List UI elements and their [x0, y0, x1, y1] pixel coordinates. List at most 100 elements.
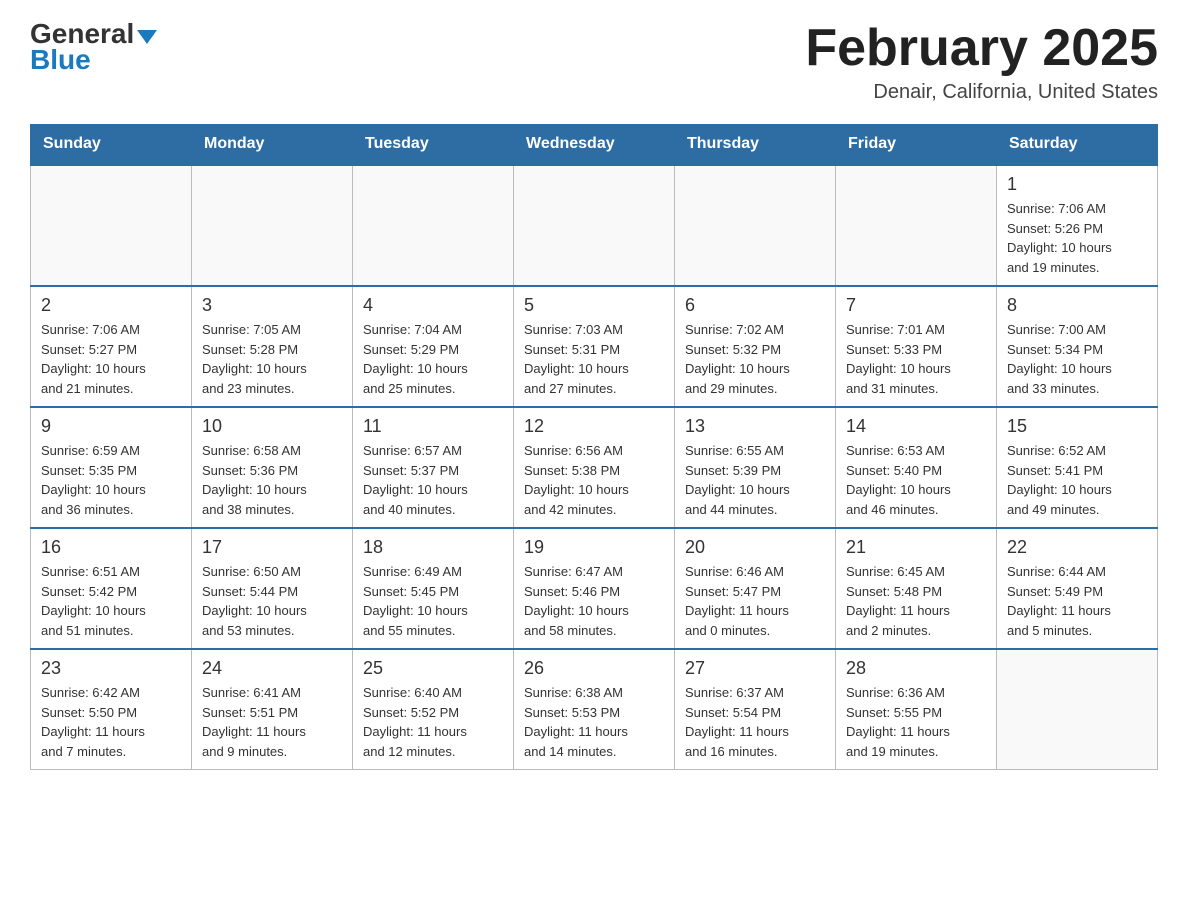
day-info: Sunrise: 7:00 AM Sunset: 5:34 PM Dayligh…	[1007, 320, 1147, 398]
day-info: Sunrise: 6:58 AM Sunset: 5:36 PM Dayligh…	[202, 441, 342, 519]
day-info: Sunrise: 6:51 AM Sunset: 5:42 PM Dayligh…	[41, 562, 181, 640]
calendar-cell: 4Sunrise: 7:04 AM Sunset: 5:29 PM Daylig…	[353, 286, 514, 407]
day-info: Sunrise: 6:53 AM Sunset: 5:40 PM Dayligh…	[846, 441, 986, 519]
calendar-cell: 15 Sunrise: 6:52 AM Sunset: 5:41 PM Dayli…	[997, 407, 1158, 528]
day-info: Sunrise: 6:57 AM Sunset: 5:37 PM Dayligh…	[363, 441, 503, 519]
day-info: Sunrise: 6:46 AM Sunset: 5:47 PM Dayligh…	[685, 562, 825, 640]
day-number: 7	[846, 295, 986, 316]
day-number: 6	[685, 295, 825, 316]
weekday-header-wednesday: Wednesday	[514, 125, 675, 165]
day-number: 9	[41, 416, 181, 437]
day-number: 21	[846, 537, 986, 558]
calendar-cell: 3 Sunrise: 7:05 AM Sunset: 5:28 PM Daylig…	[192, 286, 353, 407]
day-number: 17	[202, 537, 342, 558]
day-number: 24	[202, 658, 342, 679]
calendar-week-row: 16Sunrise: 6:51 AM Sunset: 5:42 PM Dayli…	[31, 528, 1158, 649]
calendar-cell: 10Sunrise: 6:58 AM Sunset: 5:36 PM Dayli…	[192, 407, 353, 528]
calendar-cell	[836, 165, 997, 287]
weekday-header-saturday: Saturday	[997, 125, 1158, 165]
calendar-cell: 20 Sunrise: 6:46 AM Sunset: 5:47 PM Dayli…	[675, 528, 836, 649]
day-number: 23	[41, 658, 181, 679]
day-info: Sunrise: 6:36 AM Sunset: 5:55 PM Dayligh…	[846, 683, 986, 761]
logo: General Blue	[30, 20, 157, 76]
calendar-cell: 6 Sunrise: 7:02 AM Sunset: 5:32 PM Daylig…	[675, 286, 836, 407]
weekday-header-sunday: Sunday	[31, 125, 192, 165]
page-header: General Blue February 2025 Denair, Calif…	[30, 20, 1158, 104]
day-info: Sunrise: 6:38 AM Sunset: 5:53 PM Dayligh…	[524, 683, 664, 761]
day-number: 3	[202, 295, 342, 316]
day-number: 18	[363, 537, 503, 558]
day-number: 20	[685, 537, 825, 558]
day-info: Sunrise: 6:41 AM Sunset: 5:51 PM Dayligh…	[202, 683, 342, 761]
logo-text-blue: Blue	[30, 44, 91, 76]
day-number: 1	[1007, 174, 1147, 195]
calendar-cell: 19Sunrise: 6:47 AM Sunset: 5:46 PM Dayli…	[514, 528, 675, 649]
day-number: 26	[524, 658, 664, 679]
calendar-cell: 28Sunrise: 6:36 AM Sunset: 5:55 PM Dayli…	[836, 649, 997, 770]
calendar-cell: 18 Sunrise: 6:49 AM Sunset: 5:45 PM Dayli…	[353, 528, 514, 649]
day-number: 2	[41, 295, 181, 316]
calendar-cell: 9 Sunrise: 6:59 AM Sunset: 5:35 PM Daylig…	[31, 407, 192, 528]
calendar-week-row: 9 Sunrise: 6:59 AM Sunset: 5:35 PM Daylig…	[31, 407, 1158, 528]
calendar-cell	[31, 165, 192, 287]
calendar-cell: 7 Sunrise: 7:01 AM Sunset: 5:33 PM Daylig…	[836, 286, 997, 407]
calendar-cell: 27 Sunrise: 6:37 AM Sunset: 5:54 PM Dayli…	[675, 649, 836, 770]
day-info: Sunrise: 6:55 AM Sunset: 5:39 PM Dayligh…	[685, 441, 825, 519]
weekday-header-tuesday: Tuesday	[353, 125, 514, 165]
calendar-cell: 5 Sunrise: 7:03 AM Sunset: 5:31 PM Daylig…	[514, 286, 675, 407]
day-info: Sunrise: 7:06 AM Sunset: 5:26 PM Dayligh…	[1007, 199, 1147, 277]
calendar-cell: 12Sunrise: 6:56 AM Sunset: 5:38 PM Dayli…	[514, 407, 675, 528]
day-info: Sunrise: 7:03 AM Sunset: 5:31 PM Dayligh…	[524, 320, 664, 398]
day-info: Sunrise: 7:06 AM Sunset: 5:27 PM Dayligh…	[41, 320, 181, 398]
calendar-cell: 11 Sunrise: 6:57 AM Sunset: 5:37 PM Dayli…	[353, 407, 514, 528]
day-info: Sunrise: 6:37 AM Sunset: 5:54 PM Dayligh…	[685, 683, 825, 761]
calendar-cell: 26 Sunrise: 6:38 AM Sunset: 5:53 PM Dayli…	[514, 649, 675, 770]
day-info: Sunrise: 6:49 AM Sunset: 5:45 PM Dayligh…	[363, 562, 503, 640]
calendar-cell: 13 Sunrise: 6:55 AM Sunset: 5:39 PM Dayli…	[675, 407, 836, 528]
day-info: Sunrise: 6:59 AM Sunset: 5:35 PM Dayligh…	[41, 441, 181, 519]
weekday-header-friday: Friday	[836, 125, 997, 165]
calendar-table: SundayMondayTuesdayWednesdayThursdayFrid…	[30, 124, 1158, 770]
day-number: 25	[363, 658, 503, 679]
day-info: Sunrise: 6:52 AM Sunset: 5:41 PM Dayligh…	[1007, 441, 1147, 519]
day-info: Sunrise: 6:40 AM Sunset: 5:52 PM Dayligh…	[363, 683, 503, 761]
calendar-cell: 23Sunrise: 6:42 AM Sunset: 5:50 PM Dayli…	[31, 649, 192, 770]
calendar-week-row: 1 Sunrise: 7:06 AM Sunset: 5:26 PM Daylig…	[31, 165, 1158, 287]
day-number: 12	[524, 416, 664, 437]
weekday-header-thursday: Thursday	[675, 125, 836, 165]
calendar-cell: 22 Sunrise: 6:44 AM Sunset: 5:49 PM Dayli…	[997, 528, 1158, 649]
calendar-cell: 16Sunrise: 6:51 AM Sunset: 5:42 PM Dayli…	[31, 528, 192, 649]
day-number: 14	[846, 416, 986, 437]
calendar-cell	[514, 165, 675, 287]
calendar-cell: 2 Sunrise: 7:06 AM Sunset: 5:27 PM Daylig…	[31, 286, 192, 407]
calendar-week-row: 2 Sunrise: 7:06 AM Sunset: 5:27 PM Daylig…	[31, 286, 1158, 407]
calendar-week-row: 23Sunrise: 6:42 AM Sunset: 5:50 PM Dayli…	[31, 649, 1158, 770]
day-info: Sunrise: 7:05 AM Sunset: 5:28 PM Dayligh…	[202, 320, 342, 398]
calendar-cell: 8 Sunrise: 7:00 AM Sunset: 5:34 PM Daylig…	[997, 286, 1158, 407]
day-number: 5	[524, 295, 664, 316]
day-info: Sunrise: 7:01 AM Sunset: 5:33 PM Dayligh…	[846, 320, 986, 398]
day-info: Sunrise: 6:50 AM Sunset: 5:44 PM Dayligh…	[202, 562, 342, 640]
day-info: Sunrise: 6:44 AM Sunset: 5:49 PM Dayligh…	[1007, 562, 1147, 640]
day-number: 19	[524, 537, 664, 558]
calendar-header-row: SundayMondayTuesdayWednesdayThursdayFrid…	[31, 125, 1158, 165]
calendar-cell	[997, 649, 1158, 770]
calendar-cell: 24 Sunrise: 6:41 AM Sunset: 5:51 PM Dayli…	[192, 649, 353, 770]
month-year-title: February 2025	[805, 20, 1158, 77]
day-number: 22	[1007, 537, 1147, 558]
day-info: Sunrise: 7:04 AM Sunset: 5:29 PM Dayligh…	[363, 320, 503, 398]
day-number: 27	[685, 658, 825, 679]
title-block: February 2025 Denair, California, United…	[805, 20, 1158, 104]
calendar-cell: 17 Sunrise: 6:50 AM Sunset: 5:44 PM Dayli…	[192, 528, 353, 649]
calendar-cell	[192, 165, 353, 287]
day-number: 15	[1007, 416, 1147, 437]
day-info: Sunrise: 7:02 AM Sunset: 5:32 PM Dayligh…	[685, 320, 825, 398]
calendar-cell	[675, 165, 836, 287]
day-number: 11	[363, 416, 503, 437]
day-number: 13	[685, 416, 825, 437]
weekday-header-monday: Monday	[192, 125, 353, 165]
location-text: Denair, California, United States	[805, 81, 1158, 104]
calendar-cell: 21Sunrise: 6:45 AM Sunset: 5:48 PM Dayli…	[836, 528, 997, 649]
day-number: 8	[1007, 295, 1147, 316]
calendar-cell: 25 Sunrise: 6:40 AM Sunset: 5:52 PM Dayli…	[353, 649, 514, 770]
